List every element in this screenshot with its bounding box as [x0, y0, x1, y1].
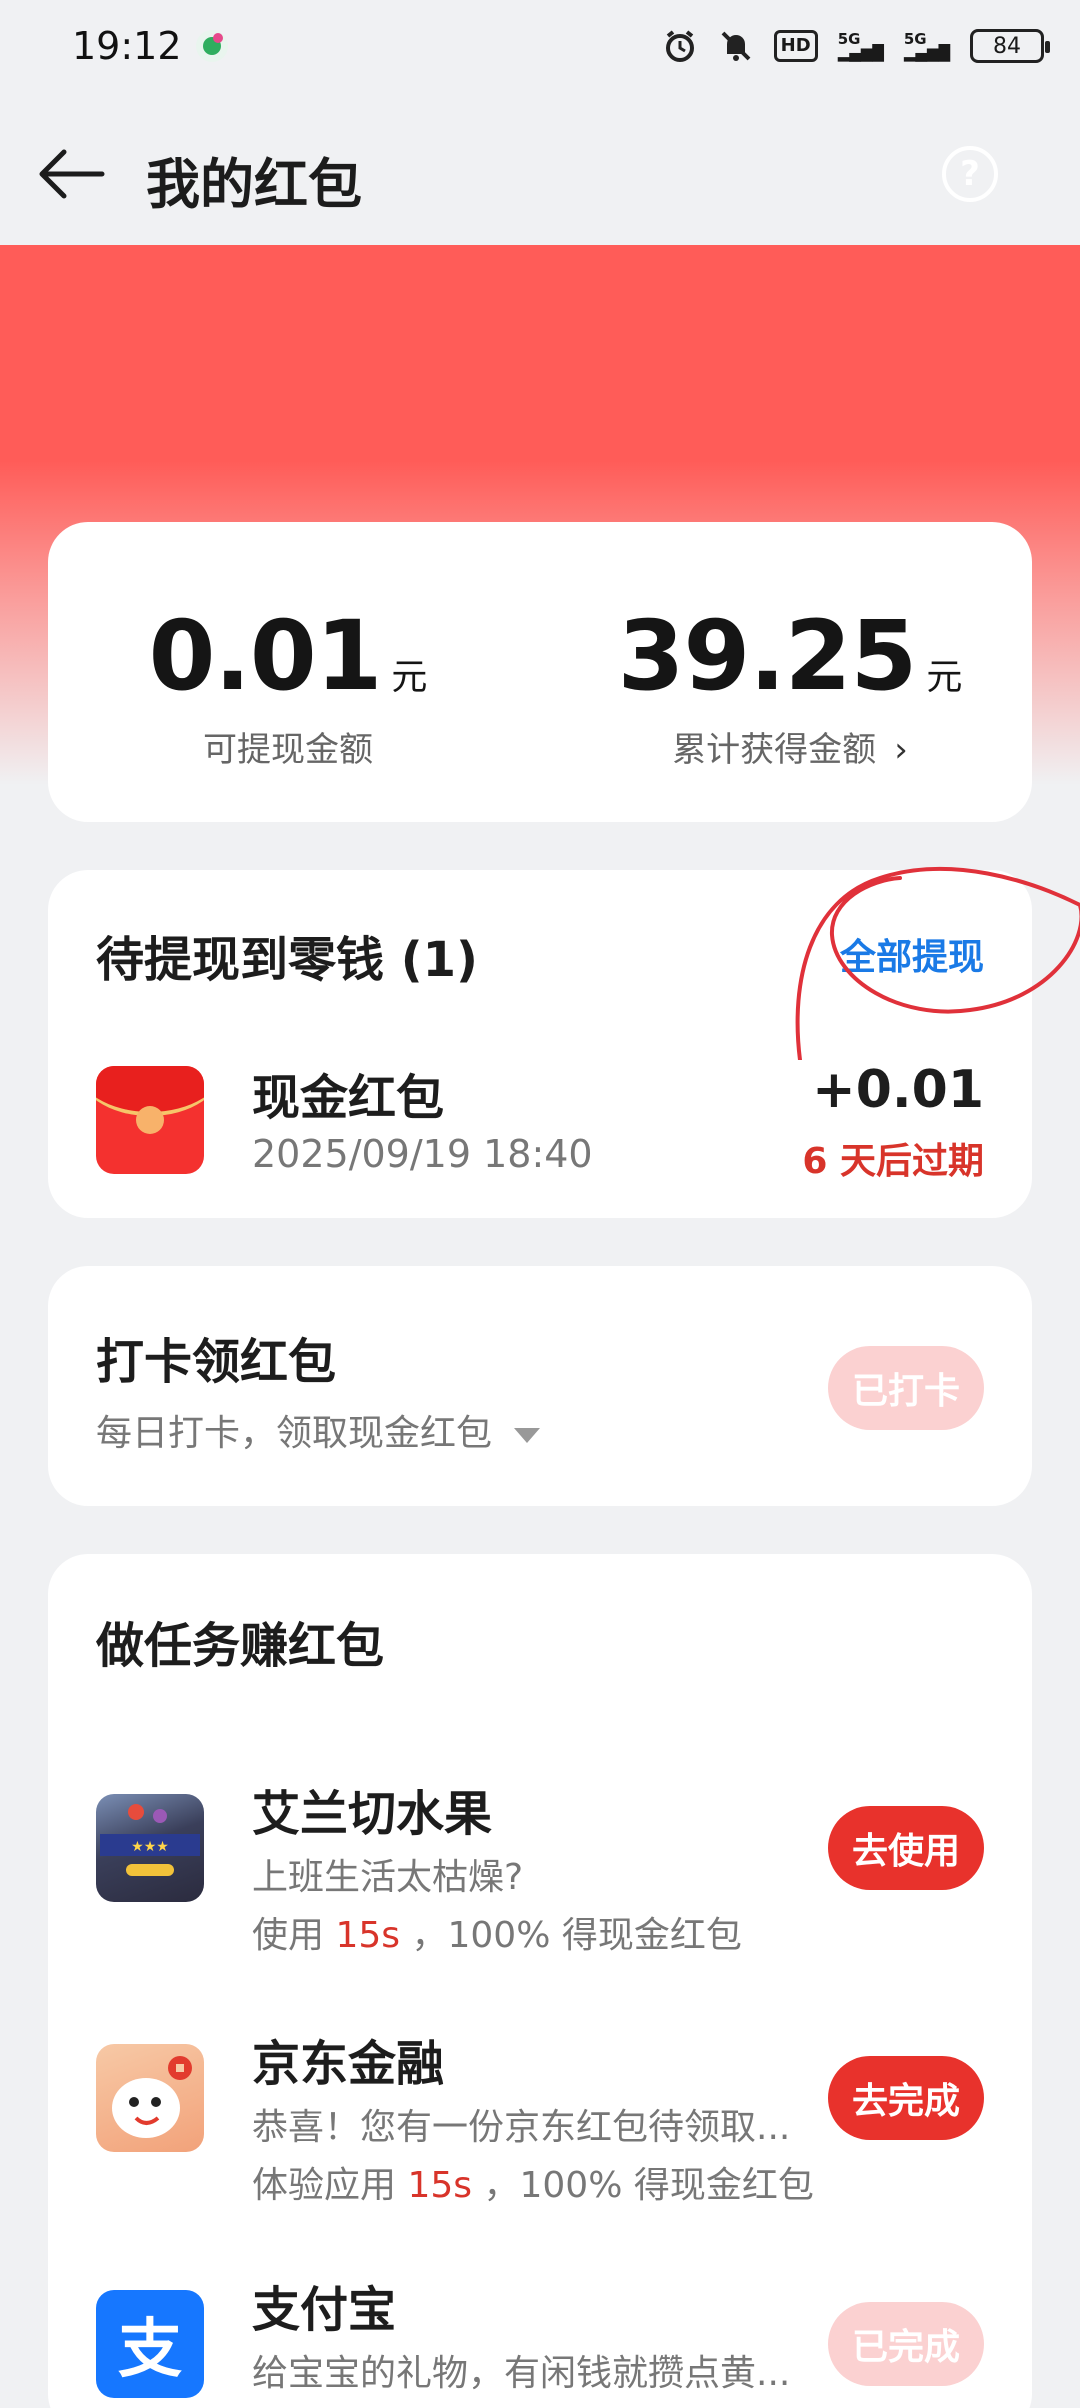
mute-icon	[721, 31, 751, 61]
help-icon[interactable]: ?	[942, 146, 998, 202]
pending-title: 待提现到零钱 (1)	[96, 932, 478, 988]
pending-item-name: 现金红包	[252, 1070, 445, 1126]
withdrawable-label: 可提现金额	[203, 730, 373, 770]
alipay-icon: 支	[96, 2290, 204, 2398]
status-icons: HD 5G ▂▄▆█ 5G ▂▄▆█ 84	[662, 28, 1050, 64]
task-name: 艾兰切水果	[252, 1786, 493, 1842]
task-description: 给宝宝的礼物，有闲钱就攒点黄...	[252, 2353, 791, 2394]
checked-in-button[interactable]: 已打卡	[828, 1346, 984, 1430]
signal-icon-2: 5G ▂▄▆█	[903, 30, 950, 62]
task-name: 京东金融	[252, 2036, 445, 2092]
task-meta-suffix: ，100% 得现金红包	[411, 1915, 742, 1956]
carrier-icon	[196, 30, 228, 62]
go-complete-button[interactable]: 去完成	[828, 2056, 984, 2140]
total-earned-unit: 元	[926, 657, 963, 698]
status-bar: 19:12 HD 5G ▂▄▆█ 5G ▂▄▆█ 84	[0, 0, 1080, 100]
pending-item-amount: +0.01	[812, 1060, 984, 1120]
task-reward-info: 使用 15s ，100% 得现金红包	[252, 1906, 742, 1958]
task-meta-duration: 15s	[407, 2165, 473, 2206]
completed-button[interactable]: 已完成	[828, 2302, 984, 2386]
pending-item-expire: 6 天后过期	[802, 1141, 984, 1182]
task-meta-prefix: 体验应用	[252, 2165, 397, 2206]
status-time: 19:12	[72, 24, 182, 68]
checkin-subtitle-row[interactable]: 每日打卡，领取现金红包	[96, 1404, 541, 1456]
red-envelope-icon	[96, 1066, 204, 1174]
signal-label-1: 5G	[837, 30, 861, 48]
checkin-subtitle: 每日打卡，领取现金红包	[96, 1413, 493, 1454]
signal-icon: 5G ▂▄▆█	[837, 30, 884, 62]
withdrawable-unit: 元	[391, 657, 428, 698]
task-meta-suffix: ，100% 得现金红包	[483, 2165, 814, 2206]
withdrawable-block: 0.01 元 可提现金额	[48, 600, 528, 771]
checkin-card: 打卡领红包 每日打卡，领取现金红包 已打卡	[48, 1266, 1032, 1506]
checkin-title: 打卡领红包	[96, 1334, 337, 1390]
back-arrow-icon[interactable]	[36, 144, 108, 204]
task-reward-info: 体验应用 15s ，100% 得现金红包	[252, 2156, 814, 2208]
svg-text:★★★: ★★★	[131, 1839, 169, 1855]
withdraw-all-button[interactable]: 全部提现	[840, 928, 984, 980]
task-meta-prefix: 使用	[252, 1915, 325, 1956]
total-earned-amount: 39.25	[617, 600, 918, 712]
alarm-icon	[665, 30, 694, 62]
page-title: 我的红包	[146, 153, 362, 216]
total-earned-label-row: 累计获得金额 ›	[548, 722, 1032, 771]
battery-indicator: 84	[970, 29, 1050, 63]
dropdown-triangle-icon	[514, 1427, 541, 1443]
chevron-right-icon: ›	[894, 730, 908, 770]
signal-label-2: 5G	[903, 30, 927, 48]
hd-badge: HD	[773, 30, 818, 62]
task-card: 做任务赚红包 ★★★ 艾兰切水果 上班生活太枯燥? 使用 15s ，100% 得…	[48, 1554, 1032, 2408]
task-heading: 做任务赚红包	[96, 1618, 385, 1674]
total-earned-block[interactable]: 39.25 元 累计获得金额 ›	[548, 600, 1032, 771]
go-use-button[interactable]: 去使用	[828, 1806, 984, 1890]
jd-finance-icon	[96, 2044, 204, 2152]
task-name: 支付宝	[252, 2282, 397, 2338]
pending-withdrawal-card: 待提现到零钱 (1) 全部提现 现金红包 2025/09/19 18:40 +0…	[48, 870, 1032, 1218]
app-bar: 我的红包 ?	[0, 100, 1080, 245]
total-earned-label: 累计获得金额	[672, 730, 877, 770]
fruit-game-icon: ★★★	[96, 1794, 204, 1902]
task-description: 上班生活太枯燥?	[252, 1857, 524, 1898]
pending-item-time: 2025/09/19 18:40	[252, 1132, 593, 1176]
task-description: 恭喜！您有一份京东红包待领取...	[252, 2107, 791, 2148]
task-meta-duration: 15s	[335, 1915, 401, 1956]
balance-card: 0.01 元 可提现金额 39.25 元 累计获得金额 ›	[48, 522, 1032, 822]
withdrawable-amount: 0.01	[148, 600, 383, 712]
